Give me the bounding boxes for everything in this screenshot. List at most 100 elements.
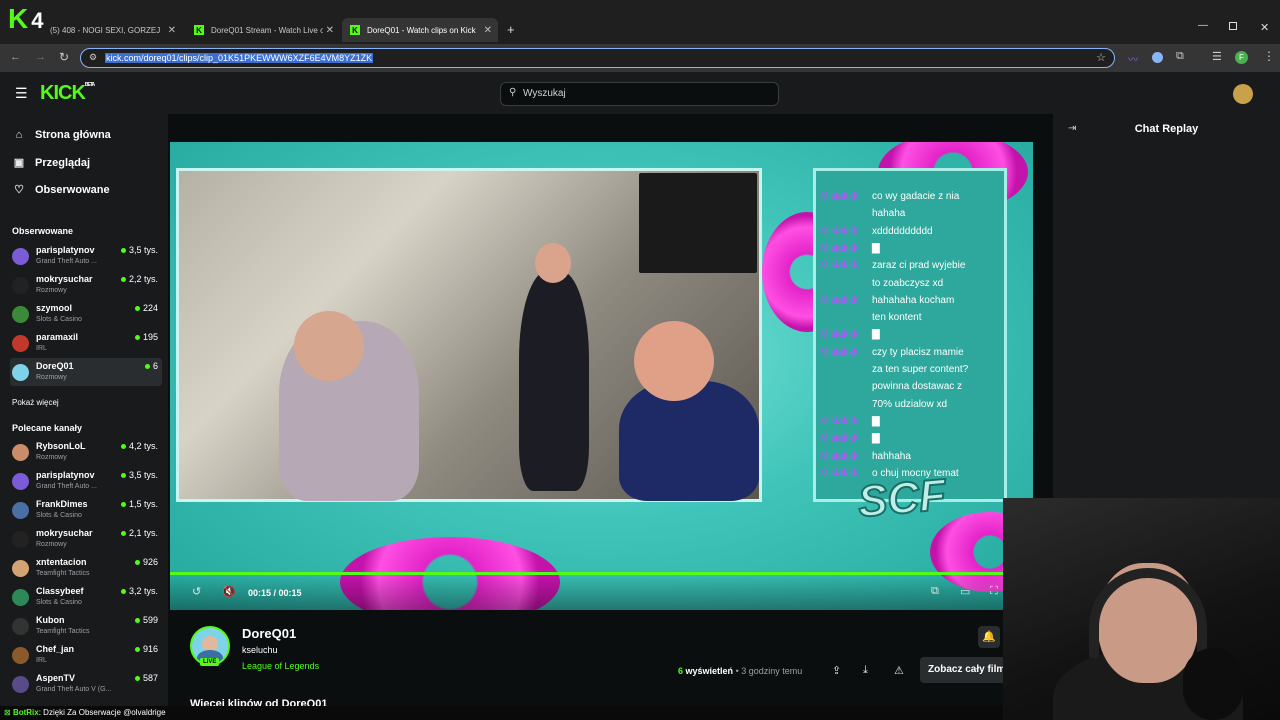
channel-avatar bbox=[12, 364, 29, 381]
channel-item[interactable]: RybsonLoL Rozmowy 4,2 tys. bbox=[10, 438, 162, 466]
person-right-head bbox=[634, 321, 714, 401]
channel-item[interactable]: FrankDimes Slots & Casino 1,5 tys. bbox=[10, 496, 162, 524]
channel-item[interactable]: mokrysuchar Rozmowy 2,1 tys. bbox=[10, 525, 162, 553]
kick-logo[interactable]: KICKBETA bbox=[40, 82, 95, 105]
site-info-icon[interactable]: ⚙ bbox=[89, 52, 97, 63]
channel-category: Grand Theft Auto ... bbox=[36, 258, 97, 265]
download-icon[interactable]: ⤓ bbox=[863, 664, 868, 677]
show-more-link[interactable]: Pokaż więcej bbox=[12, 398, 59, 407]
search-box[interactable]: ⚲ bbox=[500, 82, 779, 106]
channel-avatar bbox=[12, 277, 29, 294]
profile-avatar[interactable]: F bbox=[1235, 51, 1248, 64]
theater-mode-icon[interactable]: ▭ bbox=[960, 585, 970, 598]
clip-stats: 6 wyświetleń • 3 godziny temu bbox=[678, 666, 803, 676]
channel-name: paramaxil bbox=[36, 332, 79, 342]
bookmark-star-icon[interactable]: ☆ bbox=[1096, 51, 1106, 64]
live-badge: LIVE bbox=[200, 658, 220, 666]
channel-item[interactable]: mokrysuchar Rozmowy 2,2 tys. bbox=[10, 271, 162, 299]
reload-icon[interactable]: ↻ bbox=[59, 50, 69, 64]
chat-replay-panel: ⇥ Chat Replay bbox=[1053, 114, 1280, 500]
video-controls: ↺ 🔇 00:15 / 00:15 ⧉ ▭ ⛶ bbox=[170, 575, 1033, 610]
channel-item[interactable]: DoreQ01 Rozmowy 6 bbox=[10, 358, 162, 386]
channel-category: Rozmowy bbox=[36, 287, 67, 294]
stream-camera-feed bbox=[176, 168, 762, 502]
tab-1[interactable]: (5) 408 - NOGI SEXI, GORZEJ ✕ bbox=[42, 18, 182, 42]
channel-viewers: 3,2 tys. bbox=[121, 586, 158, 596]
channel-name: FrankDimes bbox=[36, 499, 88, 509]
channel-name: Kubon bbox=[36, 615, 65, 625]
channel-avatar bbox=[12, 248, 29, 265]
fullscreen-icon[interactable]: ⛶ bbox=[990, 585, 998, 598]
close-icon[interactable]: ✕ bbox=[168, 25, 176, 36]
channel-item[interactable]: szymool Slots & Casino 224 bbox=[10, 300, 162, 328]
channel-avatar bbox=[12, 531, 29, 548]
tab-search-icon[interactable]: ☰ bbox=[1212, 50, 1222, 63]
window-restore-icon[interactable] bbox=[1229, 22, 1237, 30]
share-icon[interactable]: ⇪ bbox=[832, 664, 841, 677]
channel-avatar bbox=[12, 335, 29, 352]
window-close-icon[interactable]: ✕ bbox=[1260, 21, 1269, 34]
ticker-text: : Dzięki Za Obserwacje @olvaldrige bbox=[38, 708, 166, 717]
time-display: 00:15 / 00:15 bbox=[248, 588, 302, 598]
browser-menu-icon[interactable]: ⋮ bbox=[1263, 49, 1275, 63]
channel-item[interactable]: Classybeef Slots & Casino 3,2 tys. bbox=[10, 583, 162, 611]
pip-icon[interactable]: ⧉ bbox=[931, 585, 939, 598]
nav-following[interactable]: ♡ Obserwowane bbox=[12, 183, 110, 197]
browser-toolbar: ← → ↻ ⚙ kick.com/doreq01/clips/clip_01K5… bbox=[0, 44, 1280, 72]
overlay-chat-message: ten kontent bbox=[872, 312, 922, 324]
channel-item[interactable]: Kubon Teamfight Tactics 599 bbox=[10, 612, 162, 640]
address-bar[interactable]: ⚙ kick.com/doreq01/clips/clip_01K51PKEWW… bbox=[80, 48, 1115, 68]
kick-favicon-icon: K bbox=[194, 25, 204, 35]
channel-avatar bbox=[12, 647, 29, 664]
ticker-bot-name: BotRix bbox=[12, 708, 39, 717]
channel-item[interactable]: xntentacion Teamfight Tactics 926 bbox=[10, 554, 162, 582]
search-icon: ⚲ bbox=[509, 87, 517, 98]
search-input[interactable] bbox=[523, 88, 763, 99]
extension-icon[interactable]: 〰 bbox=[1128, 51, 1138, 66]
channel-item[interactable]: Chef_jan IRL 916 bbox=[10, 641, 162, 669]
tab-2[interactable]: K DoreQ01 Stream - Watch Live o ✕ bbox=[186, 18, 340, 42]
notification-bell-icon[interactable]: 🔔 bbox=[978, 626, 1000, 648]
overlay-chat-message: Misiakkk hahahaha kocham bbox=[820, 294, 955, 306]
kick-header: ☰ KICKBETA ⚲ bbox=[0, 72, 1280, 114]
channel-category: IRL bbox=[36, 657, 47, 664]
channel-avatar bbox=[12, 676, 29, 693]
channel-viewers: 3,5 tys. bbox=[121, 470, 158, 480]
sidebar: ⌂ Strona główna ▣ Przeglądaj ♡ Obserwowane … bbox=[0, 114, 168, 706]
extensions-puzzle-icon[interactable]: ⧉ bbox=[1176, 50, 1184, 63]
window-minimize-icon[interactable]: — bbox=[1198, 20, 1208, 31]
close-icon[interactable]: ✕ bbox=[484, 25, 492, 36]
watch-full-video-button[interactable]: Zobacz cały film bbox=[920, 657, 1010, 683]
channel-item[interactable]: parisplatynov Grand Theft Auto ... 3,5 tys… bbox=[10, 467, 162, 495]
channel-avatar bbox=[12, 560, 29, 577]
category-link[interactable]: League of Legends bbox=[242, 661, 319, 671]
overlay-chat-message: Misiakkk xdddddddddd bbox=[820, 225, 933, 237]
channel-avatar bbox=[12, 589, 29, 606]
mute-icon[interactable]: 🔇 bbox=[222, 585, 236, 598]
extension-circle-icon[interactable] bbox=[1152, 52, 1163, 63]
channel-name: parisplatynov bbox=[36, 245, 95, 255]
new-tab-button[interactable]: + bbox=[507, 22, 515, 37]
main-content: Misiakkk co wy gadacie z nia hahaha Misiakk… bbox=[170, 114, 1053, 710]
overlay-chat-message: to zoabczysz xd bbox=[872, 277, 944, 289]
channel-viewers: 3,5 tys. bbox=[121, 245, 158, 255]
streamer-name[interactable]: DoreQ01 bbox=[242, 626, 296, 641]
nav-home[interactable]: ⌂ Strona główna bbox=[12, 129, 111, 141]
tab-3-active[interactable]: K DoreQ01 - Watch clips on Kick ✕ bbox=[342, 18, 498, 42]
channel-item[interactable]: AspenTV Grand Theft Auto V (G... 587 bbox=[10, 670, 162, 698]
channel-name: szymool bbox=[36, 303, 73, 313]
nav-browse[interactable]: ▣ Przeglądaj bbox=[12, 156, 90, 170]
forward-icon[interactable]: → bbox=[35, 51, 46, 63]
back-icon[interactable]: ← bbox=[10, 51, 21, 63]
close-icon[interactable]: ✕ bbox=[326, 25, 334, 36]
channel-item[interactable]: parisplatynov Grand Theft Auto ... 3,5 tys… bbox=[10, 242, 162, 270]
report-icon[interactable]: ⚠ bbox=[894, 664, 904, 677]
channel-item[interactable]: paramaxil IRL 195 bbox=[10, 329, 162, 357]
user-avatar[interactable] bbox=[1233, 84, 1253, 104]
hamburger-menu-icon[interactable]: ☰ bbox=[15, 85, 28, 102]
person-middle-head bbox=[535, 243, 571, 283]
overlay-chat-message: Misiakkk co wy gadacie z nia bbox=[820, 191, 960, 202]
video-player[interactable]: Misiakkk co wy gadacie z nia hahaha Misiakk… bbox=[170, 142, 1033, 610]
channel-name: xntentacion bbox=[36, 557, 87, 567]
replay-icon[interactable]: ↺ bbox=[192, 585, 201, 598]
